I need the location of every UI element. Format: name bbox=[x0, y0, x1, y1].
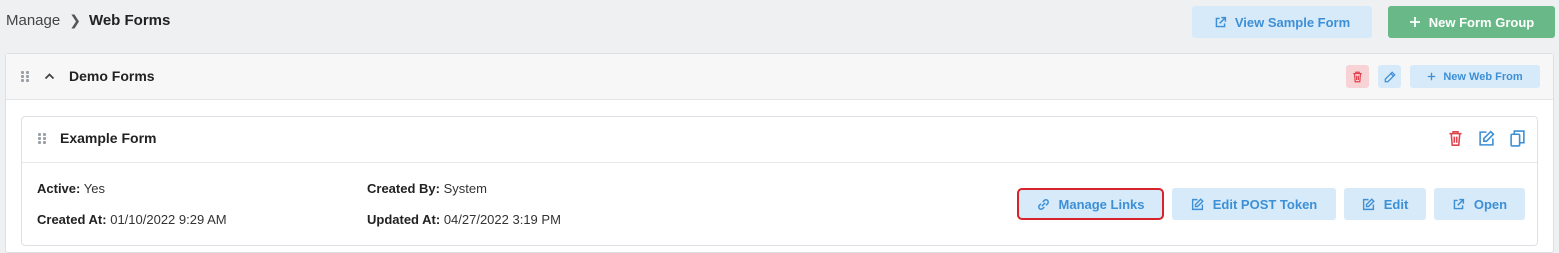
manage-links-button[interactable]: Manage Links bbox=[1017, 188, 1164, 220]
chevron-up-icon[interactable] bbox=[44, 68, 55, 84]
active-value: Yes bbox=[83, 181, 105, 196]
created-at-field: Created At: 01/10/2022 9:29 AM bbox=[37, 212, 227, 227]
edit-post-token-label: Edit POST Token bbox=[1212, 196, 1318, 212]
edit-post-token-button[interactable]: Edit POST Token bbox=[1172, 188, 1336, 220]
edit-icon bbox=[1362, 197, 1375, 211]
delete-group-button[interactable] bbox=[1346, 65, 1369, 88]
view-sample-form-button[interactable]: View Sample Form bbox=[1192, 6, 1372, 38]
trash-icon bbox=[1352, 71, 1363, 83]
edit-group-button[interactable] bbox=[1378, 65, 1401, 88]
form-group-title: Demo Forms bbox=[69, 68, 155, 84]
open-label: Open bbox=[1473, 196, 1508, 212]
open-button[interactable]: Open bbox=[1434, 188, 1525, 220]
link-icon bbox=[1037, 198, 1050, 211]
form-group-header: Demo Forms New Web From bbox=[6, 54, 1553, 100]
edit-button[interactable]: Edit bbox=[1344, 188, 1426, 220]
new-form-group-label: New Form Group bbox=[1428, 14, 1535, 30]
page-title: Web Forms bbox=[88, 12, 171, 29]
plus-icon bbox=[1427, 72, 1436, 81]
trash-icon[interactable] bbox=[1448, 130, 1463, 147]
external-link-icon bbox=[1452, 198, 1465, 211]
updated-at-field: Updated At: 04/27/2022 3:19 PM bbox=[367, 212, 561, 227]
edit-icon bbox=[1191, 197, 1204, 211]
drag-handle-icon[interactable] bbox=[38, 133, 48, 145]
top-bar: Manage ❯ Web Forms View Sample Form New … bbox=[0, 0, 1559, 44]
chevron-right-icon: ❯ bbox=[69, 12, 81, 28]
breadcrumb: Manage ❯ Web Forms bbox=[6, 12, 170, 29]
new-form-group-button[interactable]: New Form Group bbox=[1388, 6, 1555, 38]
pencil-icon bbox=[1384, 70, 1396, 83]
form-card-header: Example Form bbox=[22, 117, 1537, 163]
external-link-icon bbox=[1214, 16, 1227, 29]
created-by-field: Created By: System bbox=[367, 181, 487, 196]
updated-at-label: Updated At: bbox=[367, 212, 441, 227]
active-field: Active: Yes bbox=[37, 181, 105, 196]
view-sample-form-label: View Sample Form bbox=[1234, 14, 1351, 30]
new-web-form-label: New Web From bbox=[1443, 70, 1523, 83]
edit-icon[interactable] bbox=[1478, 130, 1495, 147]
plus-icon bbox=[1409, 16, 1421, 28]
copy-icon[interactable] bbox=[1510, 130, 1525, 147]
drag-handle-icon[interactable] bbox=[21, 71, 31, 83]
updated-at-value: 04/27/2022 3:19 PM bbox=[443, 212, 561, 227]
form-group-panel: Demo Forms New Web From Example Form Act… bbox=[5, 53, 1554, 253]
active-label: Active: bbox=[37, 181, 81, 196]
new-web-form-button[interactable]: New Web From bbox=[1410, 65, 1540, 88]
form-title: Example Form bbox=[60, 130, 157, 146]
manage-links-label: Manage Links bbox=[1058, 196, 1145, 212]
edit-label: Edit bbox=[1383, 196, 1409, 212]
breadcrumb-manage[interactable]: Manage bbox=[6, 12, 60, 29]
created-by-value: System bbox=[443, 181, 487, 196]
created-at-value: 01/10/2022 9:29 AM bbox=[110, 212, 227, 227]
created-at-label: Created At: bbox=[37, 212, 107, 227]
form-card: Example Form Active: Yes Created By: Sys… bbox=[21, 116, 1538, 246]
created-by-label: Created By: bbox=[367, 181, 440, 196]
